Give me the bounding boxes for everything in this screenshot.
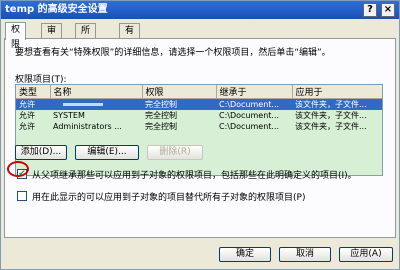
cancel-button[interactable]: 取消 [279,247,331,262]
highlight-circle [7,161,29,177]
cell-permission: 完全控制 [142,98,216,110]
column-header-permission[interactable]: 权限 [142,85,217,99]
column-header-name[interactable]: 名称 [50,85,143,99]
title-bar: temp 的高级安全设置 ? × [1,1,399,19]
inherit-checkbox-label: 从父项继承那些可以应用到子对象的权限项目，包括那些在此明确定义的项目(I)。 [32,171,357,181]
column-header-apply-to[interactable]: 应用于 [292,85,382,99]
cell-apply-to: 该文件夹，子文件... [292,98,382,110]
cell-inherited-from: C:\Document... [216,98,292,110]
permission-entries-list[interactable]: 类型 名称 权限 继承于 应用于 允许 完全控制 C:\Document... … [15,84,383,176]
table-row[interactable]: 允许 Administrators ... 完全控制 C:\Document..… [16,121,382,132]
tab-permissions[interactable]: 权限 [5,22,27,50]
cell-apply-to: 该文件夹，子文件... [295,111,367,120]
description-text: 要想查看有关“特殊权限”的详细信息，请选择一个权限项目，然后单击“编辑”。 [15,48,331,58]
cell-name: SYSTEM [53,111,85,120]
cell-type: 允许 [19,111,35,120]
apply-button[interactable]: 应用(A) [339,247,393,262]
add-button[interactable]: 添加(D)... [15,145,67,160]
cell-apply-to: 该文件夹，子文件... [295,122,367,131]
cell-inherited-from: C:\Document... [219,111,280,120]
tab-effective-permissions[interactable]: 有效权限 [119,23,141,81]
edit-button[interactable]: 编辑(E)... [75,145,139,160]
cell-type: 允许 [16,98,50,110]
security-dialog: temp 的高级安全设置 ? × 权限 审核 所有者 有效权限 要想查看有关“特… [0,0,400,270]
cell-permission: 完全控制 [145,111,177,120]
cell-inherited-from: C:\Document... [219,122,280,131]
column-header-inherited-from[interactable]: 继承于 [216,85,293,99]
column-header-type[interactable]: 类型 [16,85,51,99]
cell-type: 允许 [19,122,35,131]
cell-name: Administrators ... [53,122,122,131]
remove-button[interactable]: 删除(R) [147,145,203,160]
tab-owner[interactable]: 所有者 [75,23,97,66]
help-button[interactable]: ? [363,3,377,17]
table-row[interactable]: 允许 完全控制 C:\Document... 该文件夹，子文件... [16,98,382,110]
tab-auditing[interactable]: 审核 [41,23,63,51]
table-row[interactable]: 允许 SYSTEM 完全控制 C:\Document... 该文件夹，子文件..… [16,110,382,121]
cell-permission: 完全控制 [145,122,177,131]
window-title: temp 的高级安全设置 [5,4,108,15]
replace-checkbox-label: 用在此显示的可以应用到子对象的项目替代所有子对象的权限项目(P) [32,193,306,203]
ok-button[interactable]: 确定 [219,247,271,262]
replace-checkbox[interactable] [17,191,27,201]
close-button[interactable]: × [381,3,395,17]
cell-name [50,98,142,110]
permissions-panel: 要想查看有关“特殊权限”的详细信息，请选择一个权限项目，然后单击“编辑”。 权限… [4,38,396,238]
